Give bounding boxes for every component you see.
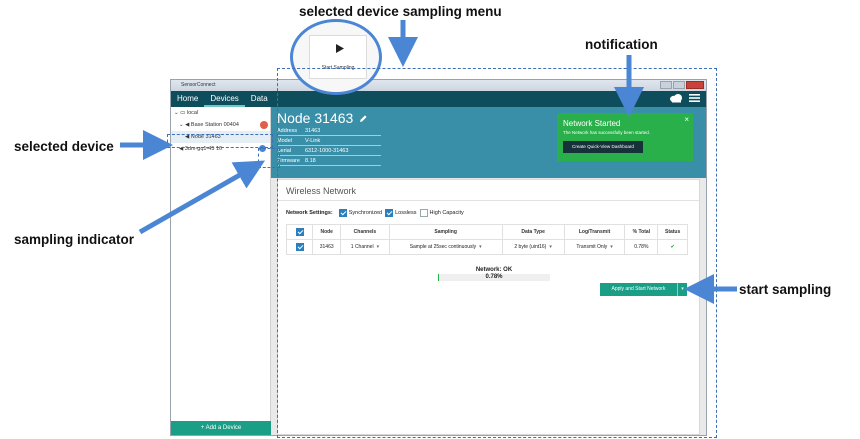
arrow-sampling-indicator [138, 160, 266, 235]
annotation-arrows [120, 20, 737, 304]
